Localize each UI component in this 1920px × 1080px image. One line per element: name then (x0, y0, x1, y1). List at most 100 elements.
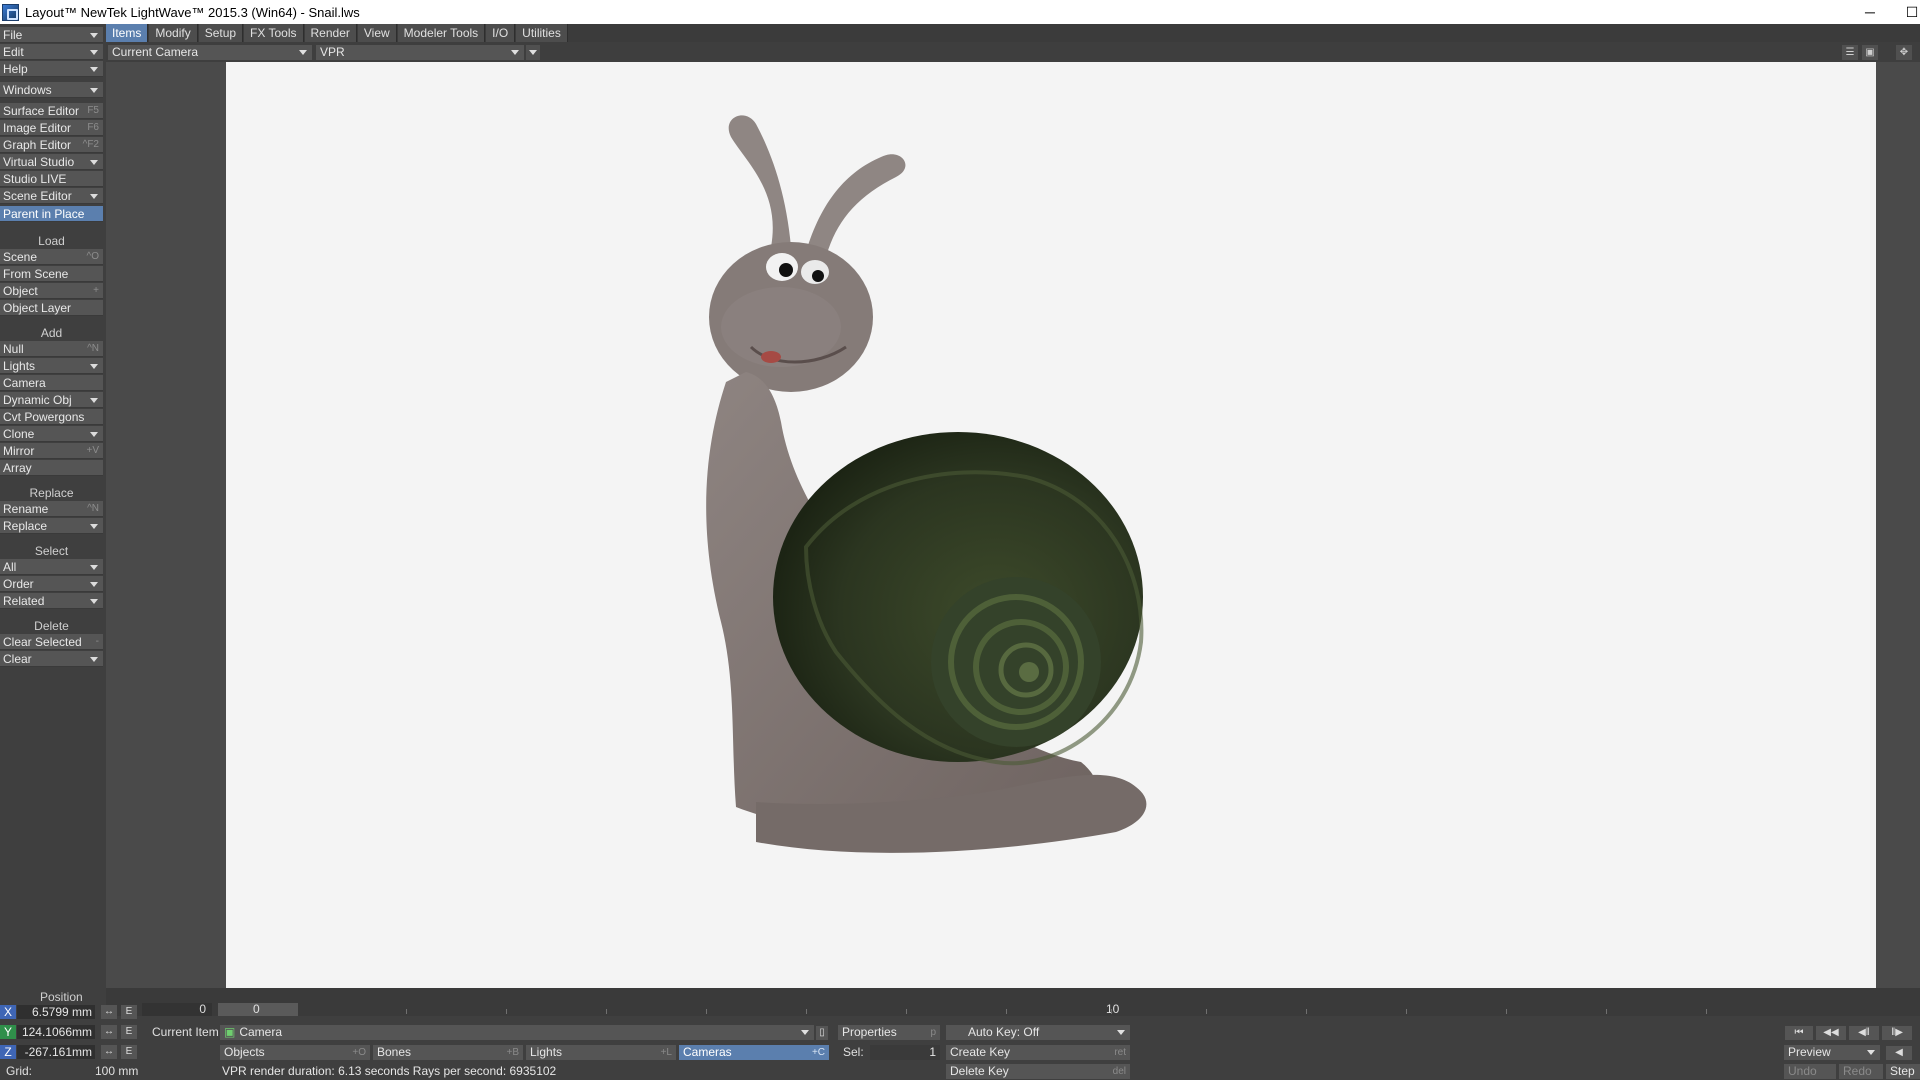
objects-filter-button[interactable]: Objects +O (220, 1045, 370, 1060)
vpr-viewport[interactable] (226, 62, 1876, 988)
clone-menu[interactable]: Clone (0, 426, 103, 442)
button-label: Rename (3, 502, 49, 516)
load-object-button[interactable]: Object + (0, 283, 103, 299)
redo-button[interactable]: Redo (1839, 1064, 1883, 1079)
tab-fx-tools[interactable]: FX Tools (244, 24, 304, 42)
create-key-button[interactable]: Create Key ret (946, 1045, 1130, 1060)
button-label: Clear Selected (3, 635, 82, 649)
play-reverse-icon[interactable]: ◀‖ (1849, 1026, 1879, 1040)
maximize-button[interactable]: ☐ (1892, 0, 1920, 24)
scene-editor-menu[interactable]: Scene Editor (0, 188, 103, 204)
minimize-button[interactable]: ─ (1850, 0, 1890, 24)
tab-utilities[interactable]: Utilities (516, 24, 568, 42)
delete-key-button[interactable]: Delete Key del (946, 1064, 1130, 1079)
current-item-select[interactable]: ▣ Camera (220, 1025, 814, 1040)
add-dynamic-obj-menu[interactable]: Dynamic Obj (0, 392, 103, 408)
shortcut-hint: +C (811, 1047, 825, 1058)
shortcut-hint: ^N (87, 503, 99, 514)
view-select[interactable]: Current Camera (108, 45, 312, 60)
rename-button[interactable]: Rename ^N (0, 501, 103, 517)
auto-key-value: Auto Key: Off (968, 1025, 1040, 1039)
lights-filter-button[interactable]: Lights +L (526, 1045, 676, 1060)
play-forward-icon[interactable]: ‖▶ (1882, 1026, 1912, 1040)
surface-editor-button[interactable]: Surface Editor F5 (0, 103, 103, 119)
tab-modify[interactable]: Modify (149, 24, 198, 42)
auto-key-select[interactable]: Auto Key: Off (946, 1025, 1130, 1040)
play-arrow-icon[interactable]: ◀ (1886, 1046, 1912, 1060)
clear-selected-button[interactable]: Clear Selected - (0, 634, 103, 650)
button-label: Parent in Place (3, 207, 85, 221)
timeline-current-frame[interactable]: 0 (218, 1003, 298, 1016)
add-lights-menu[interactable]: Lights (0, 358, 103, 374)
preview-select[interactable]: Preview (1784, 1045, 1880, 1060)
render-mode-select[interactable]: VPR (316, 45, 524, 60)
add-null-button[interactable]: Null ^N (0, 341, 103, 357)
parent-in-place-toggle[interactable]: Parent in Place (0, 206, 103, 222)
button-label: From Scene (3, 267, 69, 281)
timeline-tick (406, 1009, 407, 1014)
load-scene-button[interactable]: Scene ^O (0, 249, 103, 265)
tab-items[interactable]: Items (106, 24, 149, 42)
step-back-icon[interactable]: ◀◀ (1816, 1026, 1846, 1040)
select-order-menu[interactable]: Order (0, 576, 103, 592)
properties-button[interactable]: Properties p (838, 1025, 940, 1040)
timeline-start-frame[interactable]: 0 (142, 1003, 212, 1016)
chevron-down-icon (90, 67, 98, 72)
viewport-options-button[interactable] (526, 45, 540, 60)
button-label: Bones (377, 1045, 412, 1059)
current-item-value: Camera (239, 1025, 283, 1039)
button-label: Image Editor (3, 121, 72, 135)
graph-editor-button[interactable]: Graph Editor ^F2 (0, 137, 103, 153)
timeline-tick (706, 1009, 707, 1014)
select-all-menu[interactable]: All (0, 559, 103, 575)
studio-live-button[interactable]: Studio LIVE (0, 171, 103, 187)
position-y-field[interactable]: 124.1066mm (17, 1025, 95, 1039)
step-button[interactable]: Step (1886, 1064, 1920, 1079)
virtual-studio-menu[interactable]: Virtual Studio (0, 154, 103, 170)
position-z-drag-icon[interactable]: ↔ (101, 1045, 117, 1059)
tab-modeler-tools[interactable]: Modeler Tools (397, 24, 486, 42)
cameras-filter-button[interactable]: Cameras +C (679, 1045, 829, 1060)
load-object-layer-button[interactable]: Object Layer (0, 300, 103, 316)
help-menu[interactable]: Help (0, 61, 103, 77)
go-to-start-icon[interactable]: ⏮ (1785, 1026, 1813, 1040)
undo-button[interactable]: Undo (1784, 1064, 1836, 1079)
bones-filter-button[interactable]: Bones +B (373, 1045, 523, 1060)
add-section-title: Add (40, 326, 63, 340)
current-item-label: Current Item (152, 1025, 219, 1039)
timeline[interactable]: 0 0 10 (106, 988, 1920, 1016)
viewport-list-icon[interactable]: ☰ (1842, 45, 1858, 60)
button-label: Cvt Powergons (3, 410, 85, 424)
tab-view[interactable]: View (357, 24, 397, 42)
cvt-powergons-button[interactable]: Cvt Powergons (0, 409, 103, 425)
image-editor-button[interactable]: Image Editor F6 (0, 120, 103, 136)
position-x-drag-icon[interactable]: ↔ (101, 1005, 117, 1019)
clear-menu[interactable]: Clear (0, 651, 103, 667)
selection-count-label: Sel: (843, 1045, 864, 1059)
position-x-envelope-button[interactable]: E (121, 1005, 137, 1019)
tab-render[interactable]: Render (304, 24, 357, 42)
windows-menu[interactable]: Windows (0, 82, 103, 98)
left-toolbar: File Edit Help Windows Surface Editor F5 … (0, 24, 106, 1080)
add-camera-button[interactable]: Camera (0, 375, 103, 391)
viewport-maximize-icon[interactable]: ▣ (1862, 45, 1878, 60)
tab-io[interactable]: I/O (486, 24, 516, 42)
viewport-move-icon[interactable]: ✥ (1896, 45, 1912, 60)
position-z-field[interactable]: -267.161mm (17, 1045, 95, 1059)
array-button[interactable]: Array (0, 460, 103, 476)
load-from-scene-button[interactable]: From Scene (0, 266, 103, 282)
replace-menu[interactable]: Replace (0, 518, 103, 534)
position-y-drag-icon[interactable]: ↔ (101, 1025, 117, 1039)
help-menu-label: Help (3, 62, 28, 76)
chevron-down-icon (511, 50, 519, 55)
select-related-menu[interactable]: Related (0, 593, 103, 609)
edit-menu[interactable]: Edit (0, 44, 103, 60)
mirror-button[interactable]: Mirror +V (0, 443, 103, 459)
position-z-envelope-button[interactable]: E (121, 1045, 137, 1059)
position-x-field[interactable]: 6.5799 mm (17, 1005, 95, 1019)
item-lock-icon[interactable]: ▯ (816, 1026, 828, 1040)
position-y-envelope-button[interactable]: E (121, 1025, 137, 1039)
file-menu[interactable]: File (0, 27, 103, 43)
tab-setup[interactable]: Setup (198, 24, 244, 42)
button-label: Create Key (950, 1045, 1011, 1059)
